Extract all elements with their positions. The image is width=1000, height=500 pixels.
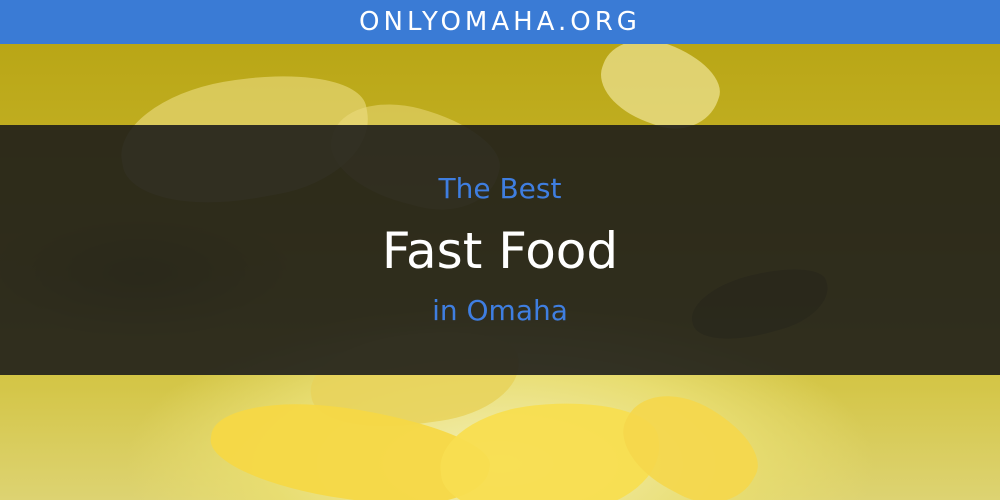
- headline-main: Fast Food: [381, 222, 619, 280]
- site-domain[interactable]: ONLYOMAHA.ORG: [359, 7, 641, 37]
- site-banner[interactable]: ONLYOMAHA.ORG: [0, 0, 1000, 44]
- headline-block: The Best Fast Food in Omaha: [0, 125, 1000, 375]
- headline-post: in Omaha: [432, 294, 568, 327]
- headline-pre: The Best: [438, 172, 562, 205]
